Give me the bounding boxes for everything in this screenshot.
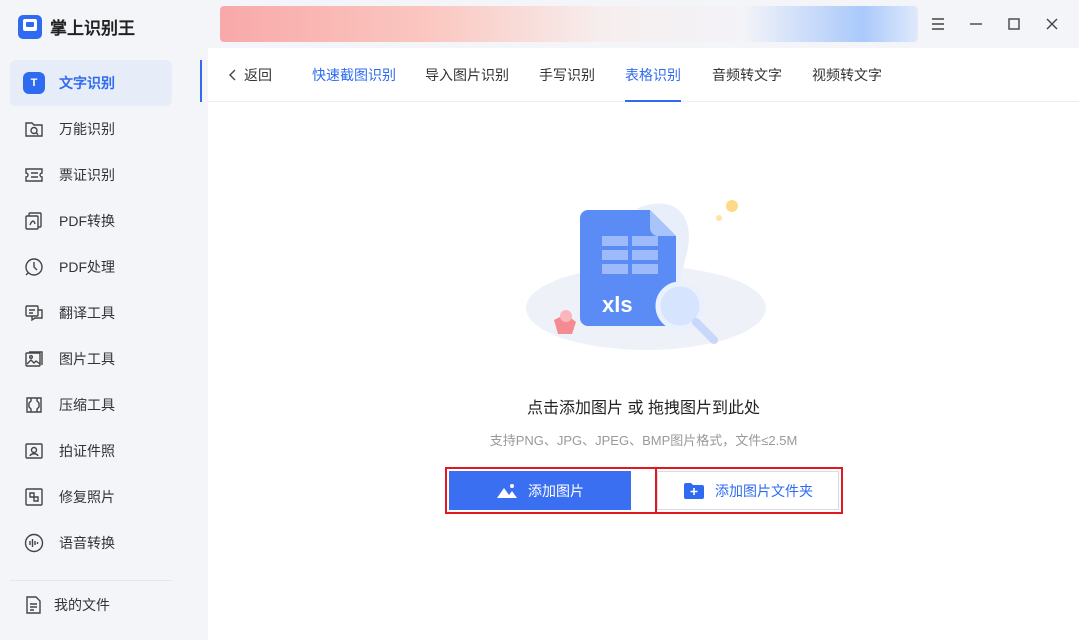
sidebar-item-compress[interactable]: 压缩工具 — [10, 382, 172, 428]
tab-table-recognition[interactable]: 表格识别 — [625, 48, 681, 102]
add-image-label: 添加图片 — [528, 482, 584, 499]
menu-icon[interactable] — [926, 12, 950, 36]
sidebar-item-label: 万能识别 — [59, 121, 115, 137]
tab-import-image[interactable]: 导入图片识别 — [425, 48, 509, 102]
sidebar-item-pdf-process[interactable]: PDF处理 — [10, 244, 172, 290]
ad-banner[interactable] — [220, 6, 918, 42]
file-list-icon — [22, 594, 44, 616]
app-logo-icon — [18, 14, 42, 39]
sidebar-item-label: 票证识别 — [59, 167, 115, 183]
my-files-label: 我的文件 — [54, 597, 110, 613]
folder-plus-icon — [684, 482, 704, 499]
voice-convert-icon — [23, 532, 45, 554]
sidebar-item-voice-convert[interactable]: 语音转换 — [10, 520, 172, 566]
sidebar-nav: T 文字识别 万能识别 票证识别 PDF转换 PDF处理 翻译工具 图片工具 压… — [10, 60, 172, 566]
sidebar-item-pdf-convert[interactable]: PDF转换 — [10, 198, 172, 244]
sidebar-item-label: PDF处理 — [59, 259, 115, 275]
minimize-icon[interactable] — [964, 12, 988, 36]
id-photo-icon — [23, 440, 45, 462]
close-icon[interactable] — [1040, 12, 1064, 36]
translate-icon — [23, 302, 45, 324]
main-panel: 返回 快速截图识别 导入图片识别 手写识别 表格识别 音频转文字 视频转文字 x… — [208, 48, 1079, 640]
universal-scan-icon — [23, 118, 45, 140]
sidebar-item-translate[interactable]: 翻译工具 — [10, 290, 172, 336]
tab-bar: 返回 快速截图识别 导入图片识别 手写识别 表格识别 音频转文字 视频转文字 — [208, 48, 1079, 102]
sidebar-item-label: 语音转换 — [59, 535, 115, 551]
back-button[interactable]: 返回 — [228, 65, 272, 85]
sidebar-divider — [10, 580, 172, 581]
repair-photo-icon — [23, 486, 45, 508]
add-image-button[interactable]: 添加图片 — [449, 471, 631, 510]
tab-quick-screenshot[interactable]: 快速截图识别 — [312, 48, 396, 102]
sidebar-item-ticket[interactable]: 票证识别 — [10, 152, 172, 198]
tab-handwriting[interactable]: 手写识别 — [539, 48, 595, 102]
drop-zone-hint: 支持PNG、JPG、JPEG、BMP图片格式，文件≤2.5M — [489, 433, 798, 448]
back-label: 返回 — [244, 66, 272, 83]
pdf-convert-icon — [23, 210, 45, 232]
drop-zone-title[interactable]: 点击添加图片 或 拖拽图片到此处 — [208, 394, 1079, 418]
sidebar-item-repair-photo[interactable]: 修复照片 — [10, 474, 172, 520]
chevron-left-icon — [229, 69, 236, 80]
tab-audio-to-text[interactable]: 音频转文字 — [712, 48, 782, 102]
app-name: 掌上识别王 — [50, 19, 135, 38]
sidebar-item-label: PDF转换 — [59, 213, 115, 229]
sidebar-item-label: 翻译工具 — [59, 305, 115, 321]
sidebar-item-label: 压缩工具 — [59, 397, 115, 413]
my-files-button[interactable]: 我的文件 — [22, 594, 110, 616]
active-indicator — [200, 60, 202, 102]
mountain-image-icon — [497, 483, 517, 498]
highlight-box: 添加图片 添加图片文件夹 — [445, 467, 843, 514]
sidebar-item-id-photo[interactable]: 拍证件照 — [10, 428, 172, 474]
sidebar-item-universal[interactable]: 万能识别 — [10, 106, 172, 152]
sidebar-item-label: 拍证件照 — [59, 443, 115, 459]
sidebar-item-label: 修复照片 — [59, 489, 115, 505]
sidebar: 掌上识别王 T 文字识别 万能识别 票证识别 PDF转换 PDF处理 翻译工具 … — [0, 0, 200, 640]
xls-file-illustration: xls — [526, 200, 766, 350]
xls-label: xls — [602, 292, 633, 317]
maximize-icon[interactable] — [1002, 12, 1026, 36]
sidebar-item-image-tools[interactable]: 图片工具 — [10, 336, 172, 382]
pdf-process-icon — [23, 256, 45, 278]
ticket-icon — [23, 164, 45, 186]
add-folder-button[interactable]: 添加图片文件夹 — [657, 471, 839, 510]
compress-icon — [23, 394, 45, 416]
tab-video-to-text[interactable]: 视频转文字 — [812, 48, 882, 102]
sidebar-item-label: 文字识别 — [59, 75, 115, 91]
text-recognition-icon: T — [23, 72, 45, 94]
title-bar — [200, 0, 1079, 48]
add-folder-label: 添加图片文件夹 — [715, 482, 813, 499]
brand: 掌上识别王 — [18, 14, 135, 39]
image-tools-icon — [23, 348, 45, 370]
sidebar-item-label: 图片工具 — [59, 351, 115, 367]
sidebar-item-text-recognition[interactable]: T 文字识别 — [10, 60, 172, 106]
